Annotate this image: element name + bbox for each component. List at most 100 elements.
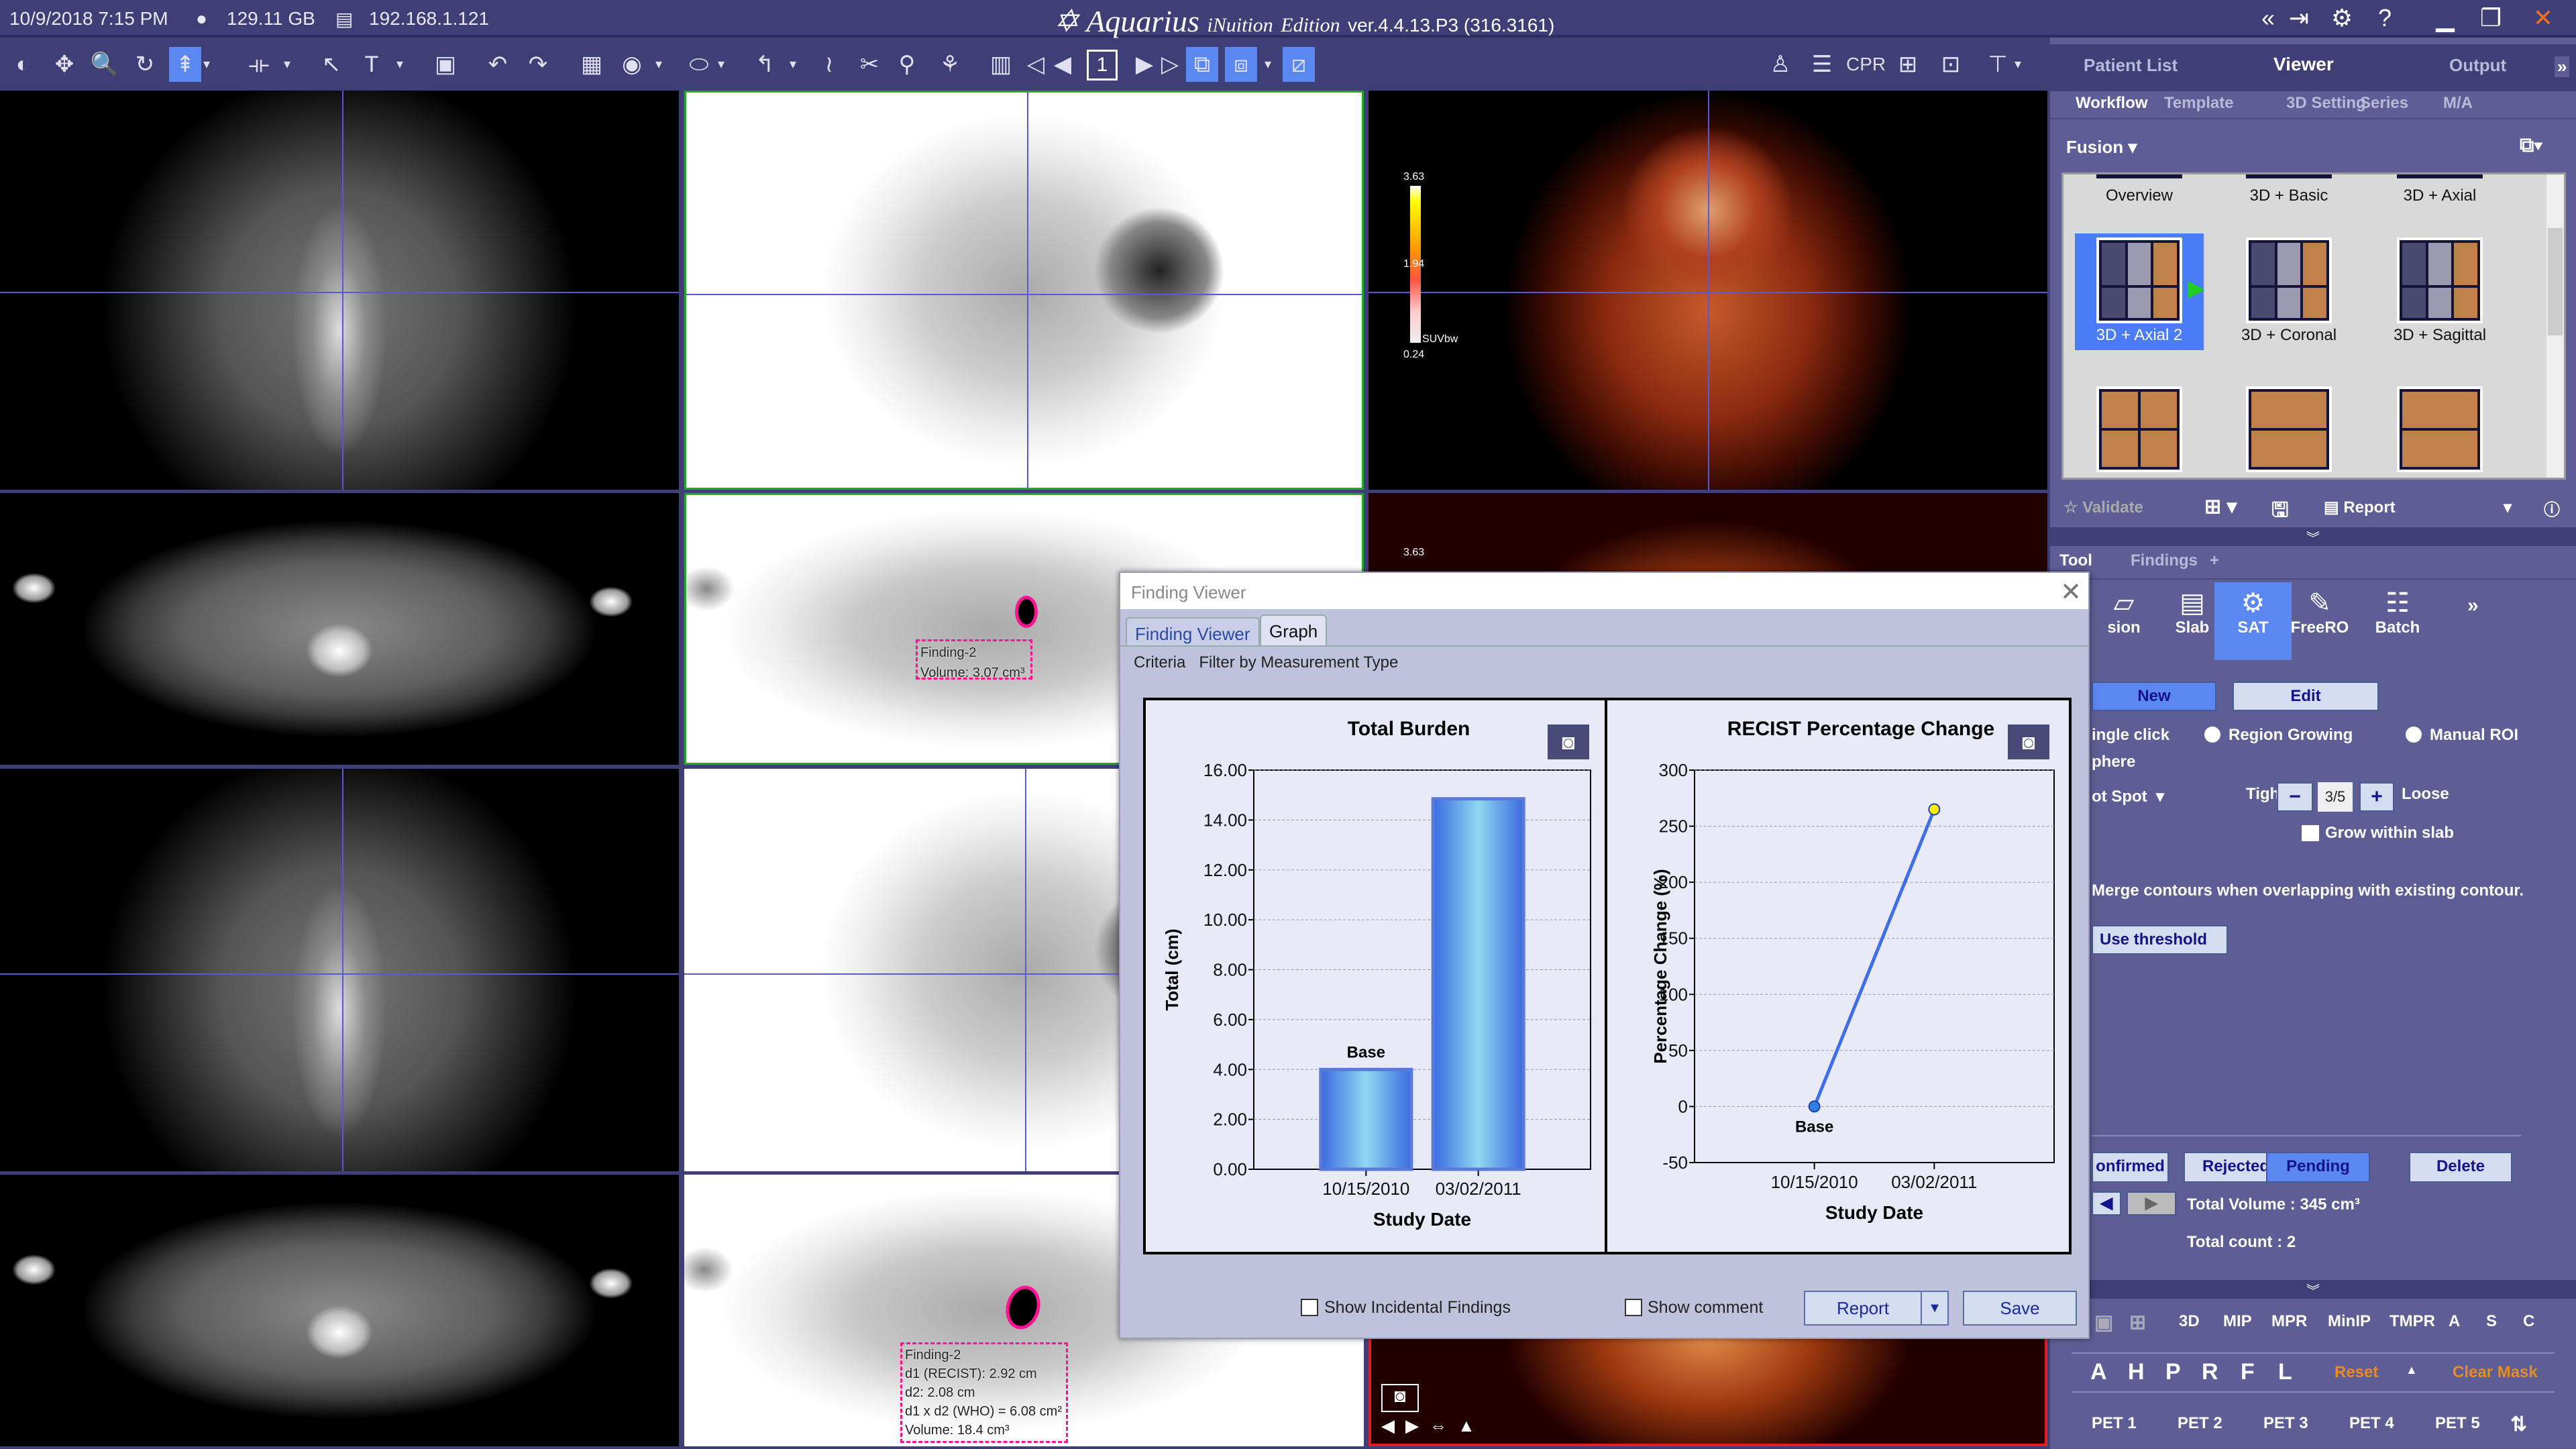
pet-preset-3[interactable]: PET 3 — [2263, 1414, 2308, 1433]
previous-finding-button[interactable]: ◀ — [2092, 1191, 2121, 1216]
render-mode-a[interactable]: A — [2449, 1312, 2460, 1331]
reset-dropdown-icon[interactable]: ▲ — [2406, 1363, 2418, 1377]
validate-button[interactable]: ☆ Validate — [2063, 498, 2143, 517]
lesion-contour[interactable] — [1015, 596, 1038, 628]
prev-icon[interactable]: ◀ — [1046, 47, 1079, 82]
rotate-icon[interactable]: ↻ — [129, 47, 161, 82]
viewport-ct-coronal[interactable] — [0, 91, 679, 490]
viewport-ct-axial[interactable] — [0, 493, 679, 765]
finding-annotation[interactable]: Finding-2 d1 (RECIST): 2.92 cm d2: 2.08 … — [900, 1342, 1068, 1443]
manual-roi-radio[interactable] — [2406, 727, 2422, 743]
info-icon[interactable]: ⓘ — [2544, 496, 2560, 520]
dropdown-icon[interactable]: ▾ — [393, 47, 407, 82]
layout-thumbnail[interactable] — [2397, 386, 2483, 472]
render-mode-c[interactable]: C — [2523, 1312, 2534, 1331]
viewport-ct-axial-2[interactable] — [0, 1175, 679, 1446]
grid-layout-icon[interactable]: ⊞ — [2129, 1311, 2146, 1334]
swap-icon[interactable]: ⇅ — [2510, 1413, 2527, 1436]
layout-thumbnail[interactable] — [2096, 386, 2182, 472]
pointer-icon[interactable]: ↖ — [315, 47, 347, 82]
show-incidental-checkbox[interactable] — [1301, 1299, 1318, 1316]
tab-graph[interactable]: Graph — [1260, 614, 1328, 647]
magnify-icon[interactable]: ⊡ — [1935, 47, 1967, 82]
camera-icon[interactable]: ◙ — [1381, 1384, 1419, 1412]
vessel-icon[interactable]: ≀ — [813, 47, 845, 82]
tool-batch[interactable]: ☷ Batch — [2364, 582, 2431, 660]
add-icon[interactable]: ⊞ ▾ — [2204, 495, 2237, 519]
tab-viewer[interactable]: Viewer — [2273, 54, 2334, 75]
subtab-series[interactable]: Series — [2360, 94, 2408, 113]
report-dropdown-icon[interactable]: ▼ — [1921, 1291, 1949, 1326]
tab-tool[interactable]: Tool — [2059, 551, 2092, 570]
playback-controls[interactable]: ◀▶⇔▲ — [1381, 1415, 1486, 1436]
cpr-button[interactable]: CPR — [1846, 54, 1886, 75]
tab-finding-viewer[interactable]: Finding Viewer — [1126, 617, 1260, 647]
use-threshold-button[interactable]: Use threshold — [2092, 925, 2228, 955]
viewport-pet-coronal[interactable] — [684, 91, 1364, 490]
report-dropdown-icon[interactable]: ▾ — [2504, 498, 2512, 517]
collapse-handle[interactable]: ︾ — [2050, 527, 2576, 546]
crosshair-icon[interactable]: ⊞ — [1892, 47, 1924, 82]
grow-within-slab-checkbox[interactable] — [2302, 825, 2319, 841]
tab-patient-list[interactable]: Patient List — [2084, 55, 2178, 76]
zoom-icon[interactable]: 🔍 — [89, 47, 121, 82]
scrollbar-thumb[interactable] — [2548, 228, 2563, 335]
sphere-option[interactable]: phere — [2092, 753, 2135, 771]
orientation-a[interactable]: A — [2090, 1359, 2107, 1385]
orientation-r[interactable]: R — [2202, 1359, 2218, 1385]
pet-preset-1[interactable]: PET 1 — [2092, 1414, 2137, 1433]
restore-icon[interactable]: ❐ — [2474, 4, 2508, 32]
layout-thumbnail[interactable] — [2246, 386, 2332, 472]
sync-icon[interactable]: ⧈ — [1225, 47, 1257, 82]
orientation-h[interactable]: H — [2128, 1359, 2145, 1385]
help-icon[interactable]: ? — [2368, 4, 2402, 32]
dropdown-icon[interactable]: ▾ — [200, 47, 213, 82]
person-icon[interactable]: ♙ — [1764, 47, 1796, 82]
single-layout-icon[interactable]: ▣ — [2094, 1311, 2113, 1334]
single-click-option[interactable]: ingle click — [2092, 726, 2169, 745]
dropdown-icon[interactable]: ▾ — [652, 47, 665, 82]
render-mode-minip[interactable]: MinIP — [2328, 1312, 2371, 1331]
text-icon[interactable]: T — [356, 47, 388, 82]
collapse-icon[interactable]: « — [2251, 4, 2285, 32]
save-icon[interactable]: 🖫 — [2271, 495, 2289, 529]
logout-icon[interactable]: ⇥ — [2282, 4, 2316, 32]
pet-preset-2[interactable]: PET 2 — [2178, 1414, 2222, 1433]
workflow-dropdown[interactable]: Fusion ▾ — [2066, 137, 2137, 158]
new-button[interactable]: New — [2092, 682, 2216, 711]
color-map-icon[interactable]: ▦ — [576, 47, 608, 82]
report-button[interactable]: Report — [1804, 1291, 1922, 1326]
tab-findings[interactable]: Findings — [2131, 551, 2198, 570]
pet-preset-5[interactable]: PET 5 — [2435, 1414, 2480, 1433]
roi-icon[interactable]: ◉ — [616, 47, 648, 82]
region-growing-radio[interactable] — [2204, 727, 2220, 743]
status-delete[interactable]: Delete — [2409, 1152, 2512, 1183]
more-tools-icon[interactable]: » — [2467, 594, 2479, 617]
orientation-f[interactable]: F — [2241, 1359, 2255, 1385]
close-icon[interactable]: ✕ — [2060, 577, 2082, 607]
render-mode-mip[interactable]: MIP — [2223, 1312, 2252, 1331]
orientation-p[interactable]: P — [2165, 1359, 2181, 1385]
increase-button[interactable]: + — [2359, 782, 2394, 812]
cut-icon[interactable]: ✂ — [853, 47, 885, 82]
collapse-handle-2[interactable]: ︾ — [2050, 1280, 2576, 1299]
status-pending[interactable]: Pending — [2266, 1152, 2370, 1183]
lesion-contour[interactable] — [1001, 1281, 1045, 1334]
layout-option-3d-sagittal[interactable]: 3D + Sagittal — [2375, 233, 2504, 350]
viewport-ct-coronal-2[interactable] — [0, 769, 679, 1171]
ruler-icon[interactable]: ⟛ — [243, 47, 275, 82]
dropdown-icon[interactable]: ▾ — [280, 47, 294, 82]
ellipse-icon[interactable]: ⬭ — [683, 47, 715, 82]
favorite-layout-icon[interactable]: ⧉▾ — [2520, 134, 2542, 157]
probe-icon[interactable]: ⚲ — [891, 47, 923, 82]
next-finding-button[interactable]: ▶ — [2127, 1191, 2176, 1216]
link-icon[interactable]: ⧉ — [1186, 47, 1218, 82]
minimize-icon[interactable]: ▁ — [2428, 4, 2462, 32]
camera-icon[interactable]: ◙ — [1548, 724, 1589, 759]
expand-icon[interactable]: » — [2555, 56, 2570, 77]
subtab-3d-setting[interactable]: 3D Setting — [2286, 94, 2366, 113]
layout-icon[interactable]: ⊤ — [1982, 47, 2014, 82]
last-icon[interactable]: ▷ — [1154, 47, 1186, 82]
viewport-3d-volume[interactable]: 3.63 1.94 SUVbw 0.24 — [1368, 91, 2047, 490]
layout-option-3d-coronal[interactable]: 3D + Coronal — [2224, 233, 2353, 350]
